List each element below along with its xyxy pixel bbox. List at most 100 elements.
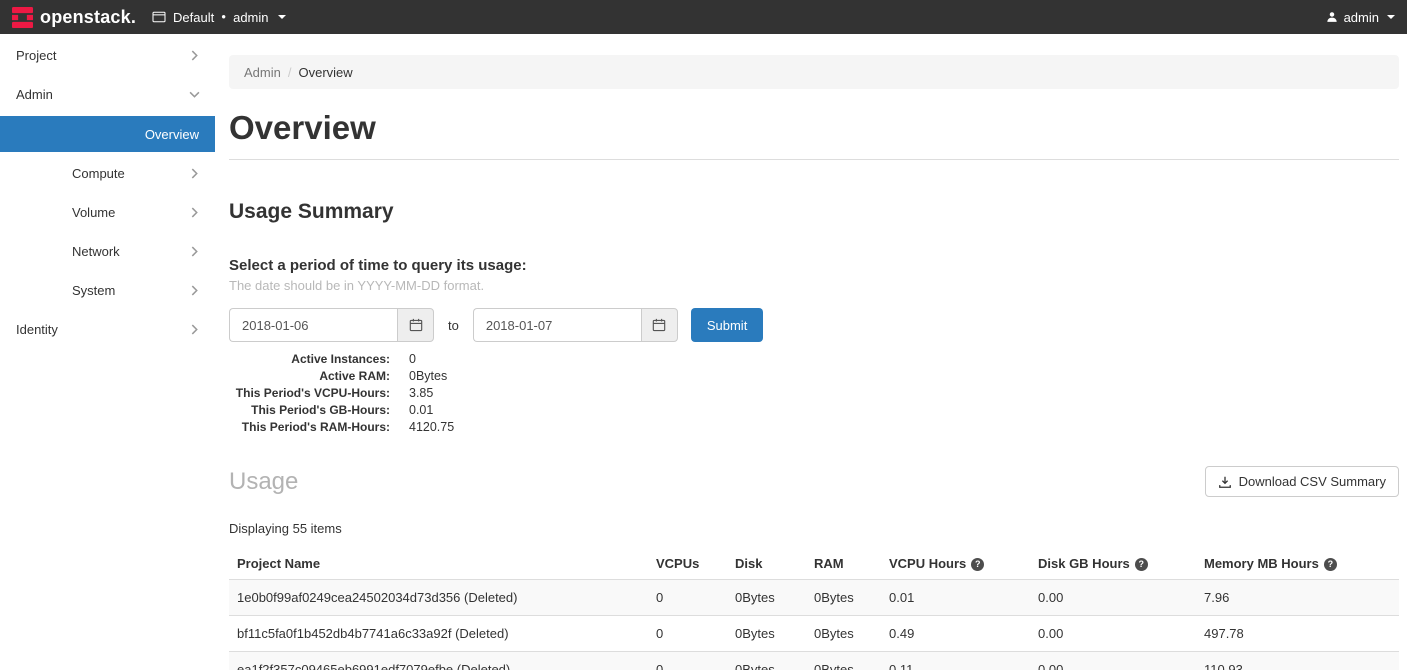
cell-ram: 0Bytes — [806, 616, 881, 652]
cell-disk-gb-hours: 0.00 — [1030, 580, 1196, 616]
current-project: admin — [233, 10, 268, 25]
sidebar-item-project[interactable]: Project — [0, 36, 215, 75]
chevron-down-icon — [189, 89, 200, 100]
cell-project-name: bf11c5fa0f1b452db4b7741a6c33a92f (Delete… — [229, 616, 648, 652]
cell-disk: 0Bytes — [727, 616, 806, 652]
sidebar-item-label: Project — [16, 48, 56, 63]
chevron-down-icon — [278, 15, 286, 19]
cell-vcpu-hours: 0.11 — [881, 652, 1030, 670]
stat-row: This Period's VCPU-Hours: 3.85 — [229, 385, 1399, 402]
to-label: to — [448, 318, 459, 333]
query-prompt: Select a period of time to query its usa… — [229, 257, 1399, 274]
calendar-icon — [409, 318, 423, 332]
download-csv-button[interactable]: Download CSV Summary — [1205, 466, 1399, 497]
main-content: Admin / Overview Overview Usage Summary … — [215, 34, 1407, 670]
cell-ram: 0Bytes — [806, 580, 881, 616]
date-to-input[interactable] — [473, 308, 641, 342]
help-icon[interactable]: ? — [1135, 558, 1148, 571]
stat-value: 0Bytes — [409, 368, 447, 385]
chevron-right-icon — [189, 324, 200, 335]
col-vcpus: VCPUs — [648, 548, 727, 580]
usage-summary-heading: Usage Summary — [229, 200, 1399, 224]
sidebar-item-identity[interactable]: Identity — [0, 310, 215, 349]
dot-separator: ● — [221, 13, 226, 21]
sidebar-item-system[interactable]: System — [0, 271, 215, 310]
cell-memory-mb-hours: 7.96 — [1196, 580, 1399, 616]
sidebar-item-compute[interactable]: Compute — [0, 154, 215, 193]
cell-disk-gb-hours: 0.00 — [1030, 616, 1196, 652]
sidebar: Project Admin Overview Compute Volume — [0, 34, 215, 670]
help-icon[interactable]: ? — [971, 558, 984, 571]
cell-disk: 0Bytes — [727, 652, 806, 670]
download-csv-label: Download CSV Summary — [1239, 474, 1386, 489]
cell-project-name: ea1f2f357c09465eb6991edf7079efbe (Delete… — [229, 652, 648, 670]
user-name: admin — [1344, 10, 1379, 25]
submit-button[interactable]: Submit — [691, 308, 763, 342]
stat-value: 3.85 — [409, 385, 433, 402]
cell-vcpu-hours: 0.01 — [881, 580, 1030, 616]
col-disk-gb-hours: Disk GB Hours? — [1030, 548, 1196, 580]
chevron-right-icon — [189, 168, 200, 179]
table-row: bf11c5fa0f1b452db4b7741a6c33a92f (Delete… — [229, 616, 1399, 652]
domain-project-switcher[interactable]: Default ● admin — [152, 10, 285, 25]
sidebar-item-label: Network — [72, 244, 120, 259]
breadcrumb-current: Overview — [298, 65, 352, 80]
col-ram: RAM — [806, 548, 881, 580]
breadcrumb-separator: / — [288, 65, 292, 80]
stat-value: 0.01 — [409, 402, 433, 419]
stat-row: This Period's RAM-Hours: 4120.75 — [229, 419, 1399, 436]
col-vcpu-hours: VCPU Hours? — [881, 548, 1030, 580]
help-icon[interactable]: ? — [1324, 558, 1337, 571]
brand-text: openstack. — [40, 8, 136, 26]
stat-row: Active Instances: 0 — [229, 351, 1399, 368]
cell-disk-gb-hours: 0.00 — [1030, 652, 1196, 670]
calendar-icon — [652, 318, 666, 332]
date-to-group — [473, 308, 678, 342]
chevron-right-icon — [189, 50, 200, 61]
calendar-button[interactable] — [641, 308, 678, 342]
openstack-logo-icon — [12, 7, 33, 28]
usage-stats: Active Instances: 0 Active RAM: 0Bytes T… — [229, 351, 1399, 436]
items-count: Displaying 55 items — [229, 521, 1399, 536]
cell-vcpus: 0 — [648, 580, 727, 616]
stat-label: This Period's GB-Hours: — [229, 402, 390, 419]
stat-label: This Period's RAM-Hours: — [229, 419, 390, 436]
stat-value: 4120.75 — [409, 419, 454, 436]
user-menu[interactable]: admin — [1326, 10, 1395, 25]
table-row: ea1f2f357c09465eb6991edf7079efbe (Delete… — [229, 652, 1399, 670]
chevron-down-icon — [1387, 15, 1395, 19]
sidebar-item-label: Admin — [16, 87, 53, 102]
col-project-name: Project Name — [229, 548, 648, 580]
sidebar-item-label: Identity — [16, 322, 58, 337]
sidebar-item-admin[interactable]: Admin — [0, 75, 215, 114]
sidebar-item-label: System — [72, 283, 115, 298]
cell-vcpus: 0 — [648, 616, 727, 652]
stat-label: Active RAM: — [229, 368, 390, 385]
sidebar-item-label: Overview — [145, 127, 199, 142]
stat-row: Active RAM: 0Bytes — [229, 368, 1399, 385]
calendar-button[interactable] — [397, 308, 434, 342]
sidebar-item-overview[interactable]: Overview — [0, 116, 215, 152]
sidebar-item-network[interactable]: Network — [0, 232, 215, 271]
date-from-input[interactable] — [229, 308, 397, 342]
cell-vcpu-hours: 0.49 — [881, 616, 1030, 652]
cell-disk: 0Bytes — [727, 580, 806, 616]
openstack-brand[interactable]: openstack. — [12, 7, 136, 28]
cell-vcpus: 0 — [648, 652, 727, 670]
topbar: openstack. Default ● admin admin — [0, 0, 1407, 34]
cell-ram: 0Bytes — [806, 652, 881, 670]
user-icon — [1326, 11, 1338, 23]
breadcrumb-admin[interactable]: Admin — [244, 65, 281, 80]
date-range-form: to Submit — [229, 308, 1399, 342]
date-from-group — [229, 308, 434, 342]
stat-value: 0 — [409, 351, 416, 368]
table-header-row: Project Name VCPUs Disk RAM VCPU Hours? … — [229, 548, 1399, 580]
query-hint: The date should be in YYYY-MM-DD format. — [229, 278, 1399, 293]
stat-row: This Period's GB-Hours: 0.01 — [229, 402, 1399, 419]
current-domain: Default — [173, 10, 214, 25]
table-row: 1e0b0f99af0249cea24502034d73d356 (Delete… — [229, 580, 1399, 616]
sidebar-item-volume[interactable]: Volume — [0, 193, 215, 232]
download-icon — [1218, 475, 1232, 489]
chevron-right-icon — [189, 285, 200, 296]
sidebar-item-label: Volume — [72, 205, 115, 220]
